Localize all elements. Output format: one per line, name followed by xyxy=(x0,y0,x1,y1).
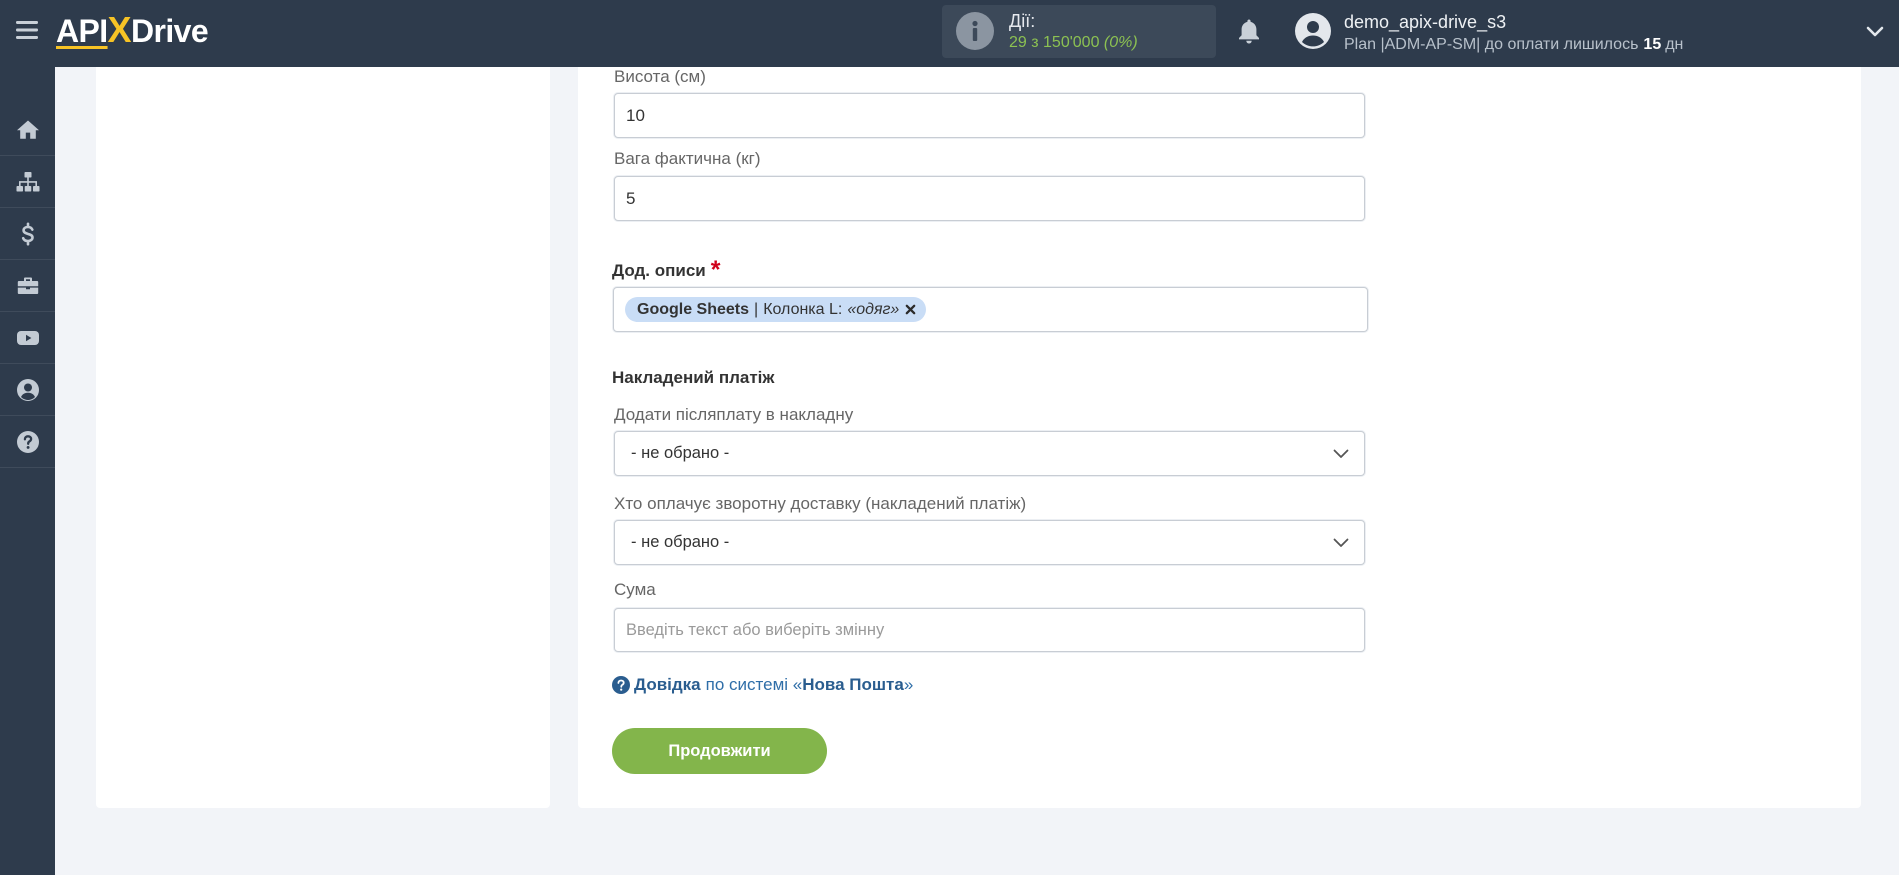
logo[interactable]: APIXDrive xyxy=(56,9,209,50)
sidebar-item-video[interactable] xyxy=(0,312,55,364)
left-panel xyxy=(96,67,550,808)
help-text: по системі « xyxy=(705,675,803,694)
sidebar-item-billing[interactable] xyxy=(0,208,55,260)
cod-section-title: Накладений платіж xyxy=(612,368,775,387)
actions-count-value: 29 з 150'000 xyxy=(1009,34,1100,51)
return-payer-selected: - не обрано - xyxy=(631,533,730,551)
youtube-icon xyxy=(16,326,40,350)
chevron-down-icon[interactable] xyxy=(1866,26,1884,37)
username: demo_apix-drive_s3 xyxy=(1344,12,1507,32)
top-bar: APIXDrive Дії: 29 з 150'000 (0%) demo_ap… xyxy=(0,0,1899,67)
descriptions-tag-input[interactable]: Google Sheets | Колонка L: «одяг» xyxy=(613,287,1368,332)
sidebar-item-connections[interactable] xyxy=(0,156,55,208)
logo-x-text: X xyxy=(107,9,132,50)
return-payer-select[interactable]: - не обрано - xyxy=(614,520,1365,565)
sidebar-item-profile[interactable] xyxy=(0,364,55,416)
actions-count-percent: (0%) xyxy=(1103,34,1138,51)
plan-days-unit: дн xyxy=(1665,36,1684,53)
sum-input[interactable] xyxy=(614,608,1365,652)
question-circle-icon xyxy=(16,430,40,454)
sidebar-item-home[interactable] xyxy=(0,104,55,156)
descriptions-label-text: Дод. описи xyxy=(612,261,706,280)
required-mark: * xyxy=(710,256,721,284)
help-system-link[interactable]: Нова Пошта xyxy=(802,675,904,695)
bell-icon[interactable] xyxy=(1237,18,1261,44)
chevron-down-icon xyxy=(1333,449,1349,459)
variable-tag[interactable]: Google Sheets | Колонка L: «одяг» xyxy=(625,297,927,322)
height-label: Висота (см) xyxy=(614,67,706,86)
sidebar-item-help[interactable] xyxy=(0,416,55,468)
sum-label: Сума xyxy=(614,580,656,599)
descriptions-label: Дод. описи * xyxy=(612,256,721,284)
continue-button[interactable]: Продовжити xyxy=(612,728,827,774)
tag-value: «одяг» xyxy=(847,300,900,318)
menu-icon[interactable] xyxy=(16,21,38,39)
actions-counter: Дії: 29 з 150'000 (0%) xyxy=(942,5,1216,58)
tag-separator: | xyxy=(754,300,759,318)
sitemap-icon xyxy=(16,170,40,194)
plan-info: Plan |ADM-AP-SM| до оплати лишилось 15 дн xyxy=(1344,35,1683,54)
logo-drive-text: Drive xyxy=(130,13,209,49)
help-line: Довідка по системі « Нова Пошта » xyxy=(612,675,913,695)
user-circle-icon xyxy=(16,378,40,402)
home-icon xyxy=(16,118,40,142)
add-cod-selected: - не обрано - xyxy=(631,444,730,462)
tag-field: Колонка L: xyxy=(763,300,843,318)
actions-count: 29 з 150'000 (0%) xyxy=(1009,33,1138,53)
briefcase-icon xyxy=(16,274,40,298)
weight-input[interactable] xyxy=(614,176,1365,221)
help-circle-icon[interactable] xyxy=(612,676,630,694)
actions-label: Дії: xyxy=(1009,11,1036,31)
weight-label: Вага фактична (кг) xyxy=(614,149,761,168)
plan-text: Plan |ADM-AP-SM| до оплати лишилось xyxy=(1344,36,1639,53)
logo-api-text: API xyxy=(56,13,108,49)
height-input[interactable] xyxy=(614,93,1365,138)
dollar-icon xyxy=(16,222,40,246)
chevron-down-icon xyxy=(1333,538,1349,548)
avatar-icon xyxy=(1295,13,1331,49)
sidebar xyxy=(0,67,55,875)
info-icon xyxy=(956,12,994,50)
help-text-end: » xyxy=(903,675,914,694)
settings-form: Висота (см) Вага фактична (кг) Дод. опис… xyxy=(578,67,1861,808)
help-link[interactable]: Довідка xyxy=(634,675,701,695)
plan-days: 15 xyxy=(1643,36,1662,53)
add-cod-label: Додати післяплату в накладну xyxy=(614,405,854,424)
tag-source: Google Sheets xyxy=(637,300,750,318)
return-payer-label: Хто оплачує зворотну доставку (накладени… xyxy=(614,494,1027,513)
remove-tag-icon[interactable] xyxy=(905,304,916,315)
sidebar-item-services[interactable] xyxy=(0,260,55,312)
add-cod-select[interactable]: - не обрано - xyxy=(614,431,1365,476)
user-menu[interactable]: demo_apix-drive_s3 Plan |ADM-AP-SM| до о… xyxy=(1295,0,1885,67)
